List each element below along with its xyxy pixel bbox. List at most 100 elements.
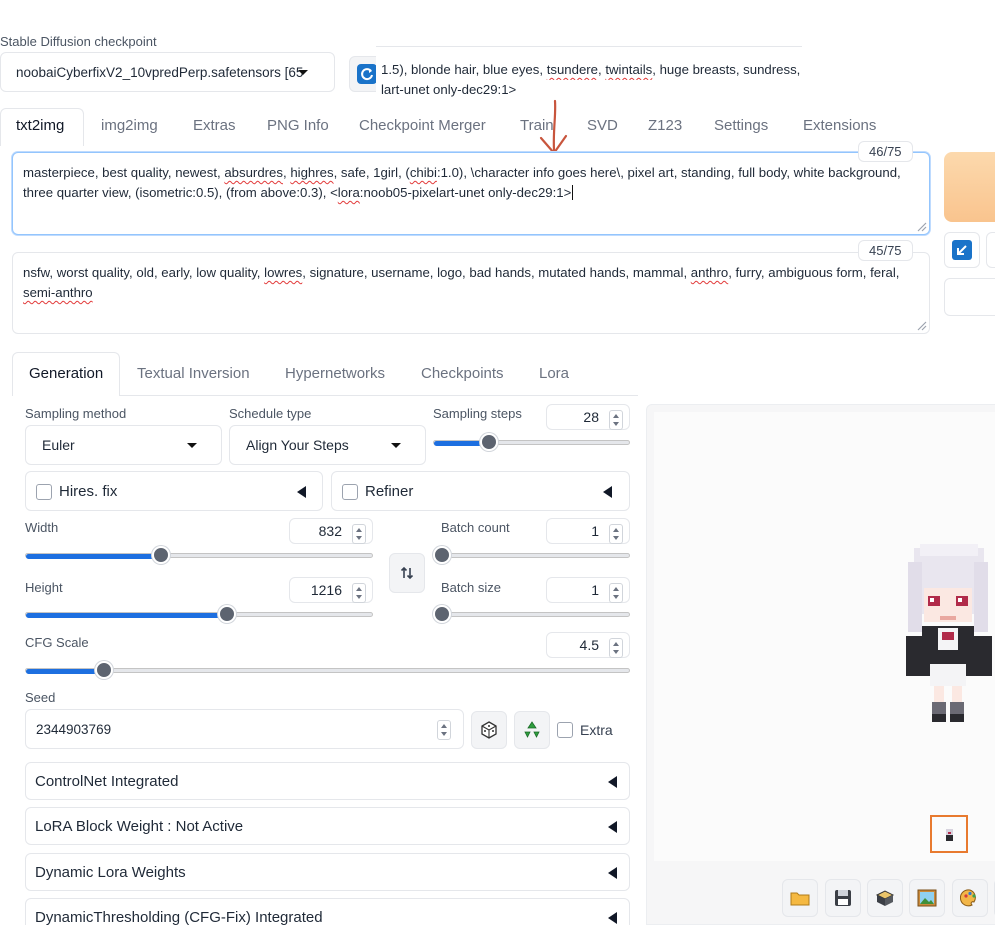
- send-to-img2img-button[interactable]: [909, 879, 945, 917]
- tab-svd[interactable]: SVD: [587, 117, 618, 134]
- cfg-scale-input[interactable]: 4.5: [546, 632, 630, 658]
- height-label: Height: [25, 580, 63, 595]
- zip-button[interactable]: [867, 879, 903, 917]
- generation-panel-line: [120, 395, 638, 396]
- tab-z123[interactable]: Z123: [648, 117, 682, 134]
- subtab-checkpoints[interactable]: Checkpoints: [421, 365, 504, 382]
- resize-handle-icon[interactable]: [915, 220, 927, 232]
- chevron-down-icon: [298, 70, 308, 75]
- arrow-up-left-icon: [952, 240, 972, 260]
- sampling-steps-input[interactable]: 28: [546, 404, 630, 430]
- negative-prompt-textarea[interactable]: nsfw, worst quality, old, early, low qua…: [12, 252, 930, 334]
- collapse-arrow-icon[interactable]: [603, 486, 612, 498]
- sampling-method-dropdown[interactable]: Euler: [25, 425, 222, 465]
- collapse-arrow-icon[interactable]: [608, 912, 617, 924]
- palette-icon: [960, 889, 976, 907]
- thumbnail-image: [946, 829, 953, 841]
- stepper-icon[interactable]: [609, 638, 623, 658]
- accordion-title: Dynamic Lora Weights: [35, 863, 186, 881]
- lora-block-weight-accordion[interactable]: LoRA Block Weight : Not Active: [25, 807, 630, 845]
- stepper-icon[interactable]: [609, 524, 623, 544]
- height-input[interactable]: 1216: [289, 577, 373, 603]
- generated-character-image[interactable]: [900, 540, 995, 730]
- dynamic-thresholding-accordion[interactable]: DynamicThresholding (CFG-Fix) Integrated: [25, 898, 630, 925]
- recycle-icon: [524, 721, 540, 738]
- extra-seed-checkbox[interactable]: [557, 722, 573, 738]
- style-selector[interactable]: [944, 278, 995, 316]
- collapse-arrow-icon[interactable]: [297, 486, 306, 498]
- batch-size-slider[interactable]: [433, 605, 630, 623]
- dice-icon: [481, 721, 497, 739]
- slider-thumb[interactable]: [218, 605, 236, 623]
- swap-arrows-icon: [400, 566, 414, 580]
- tab-png-info[interactable]: PNG Info: [267, 117, 329, 134]
- collapse-arrow-icon[interactable]: [608, 867, 617, 879]
- reuse-seed-button[interactable]: [514, 711, 550, 749]
- subtab-generation[interactable]: Generation: [29, 365, 103, 382]
- open-folder-button[interactable]: [782, 879, 818, 917]
- prompt-line-2: three quarter view, (isometric:0.5), (fr…: [23, 185, 574, 200]
- slider-thumb[interactable]: [95, 661, 113, 679]
- save-button[interactable]: [825, 879, 861, 917]
- seed-input[interactable]: 2344903769: [25, 709, 464, 749]
- stepper-icon[interactable]: [352, 583, 366, 603]
- send-to-inpaint-button[interactable]: [952, 879, 988, 917]
- sampling-steps-slider[interactable]: [433, 433, 630, 451]
- seed-value: 2344903769: [36, 721, 112, 737]
- controlnet-accordion[interactable]: ControlNet Integrated: [25, 762, 630, 800]
- collapse-arrow-icon[interactable]: [608, 776, 617, 788]
- slider-thumb[interactable]: [433, 605, 451, 623]
- dynamic-lora-weights-accordion[interactable]: Dynamic Lora Weights: [25, 853, 630, 891]
- tab-txt2img[interactable]: txt2img: [16, 117, 64, 134]
- cfg-scale-slider[interactable]: [25, 661, 630, 679]
- subtab-lora[interactable]: Lora: [539, 365, 569, 382]
- stepper-icon[interactable]: [437, 720, 451, 740]
- collapse-arrow-icon[interactable]: [608, 821, 617, 833]
- width-slider[interactable]: [25, 546, 373, 564]
- subtab-textual-inversion[interactable]: Textual Inversion: [137, 365, 250, 382]
- more-button-edge[interactable]: [986, 232, 995, 268]
- checkpoint-dropdown[interactable]: noobaiCyberfixV2_10vpredPerp.safetensors…: [0, 52, 335, 92]
- height-slider[interactable]: [25, 605, 373, 623]
- slider-thumb[interactable]: [480, 433, 498, 451]
- sampling-steps-label: Sampling steps: [433, 406, 522, 421]
- batch-count-input[interactable]: 1: [546, 518, 630, 544]
- hires-fix-checkbox[interactable]: [36, 484, 52, 500]
- tab-extras[interactable]: Extras: [193, 117, 236, 134]
- tab-settings[interactable]: Settings: [714, 117, 768, 134]
- refiner-accordion[interactable]: Refiner: [331, 471, 630, 511]
- stepper-icon[interactable]: [352, 524, 366, 544]
- slider-thumb[interactable]: [433, 546, 451, 564]
- archive-box-icon: [875, 890, 895, 906]
- chevron-down-icon: [187, 443, 197, 448]
- slider-thumb[interactable]: [152, 546, 170, 564]
- batch-size-input[interactable]: 1: [546, 577, 630, 603]
- tab-extensions[interactable]: Extensions: [803, 117, 876, 134]
- thumbnail-highlight-box[interactable]: [930, 815, 968, 853]
- batch-count-slider[interactable]: [433, 546, 630, 564]
- prompt-token-counter: 46/75: [858, 141, 913, 162]
- tab-checkpoint-merger[interactable]: Checkpoint Merger: [359, 117, 486, 134]
- subtab-hypernetworks[interactable]: Hypernetworks: [285, 365, 385, 382]
- resize-handle-icon[interactable]: [915, 319, 927, 331]
- accordion-title: ControlNet Integrated: [35, 772, 179, 790]
- stepper-icon[interactable]: [609, 583, 623, 603]
- folder-icon: [790, 892, 810, 906]
- negative-line-2: semi-anthro: [23, 285, 93, 300]
- seed-label: Seed: [25, 690, 56, 705]
- prompt-textarea[interactable]: masterpiece, best quality, newest, absur…: [12, 152, 930, 235]
- read-params-button[interactable]: [944, 232, 980, 268]
- picture-icon: [917, 889, 937, 907]
- accordion-title: LoRA Block Weight : Not Active: [35, 817, 244, 835]
- tab-img2img[interactable]: img2img: [101, 117, 158, 134]
- random-seed-button[interactable]: [471, 711, 507, 749]
- schedule-type-dropdown[interactable]: Align Your Steps: [229, 425, 426, 465]
- refiner-checkbox[interactable]: [342, 484, 358, 500]
- generate-button[interactable]: [944, 152, 995, 222]
- width-input[interactable]: 832: [289, 518, 373, 544]
- refiner-label: Refiner: [365, 483, 414, 500]
- swap-dimensions-button[interactable]: [389, 553, 425, 593]
- stepper-icon[interactable]: [609, 410, 623, 430]
- chevron-down-icon: [391, 443, 401, 448]
- hires-fix-accordion[interactable]: Hires. fix: [25, 471, 323, 511]
